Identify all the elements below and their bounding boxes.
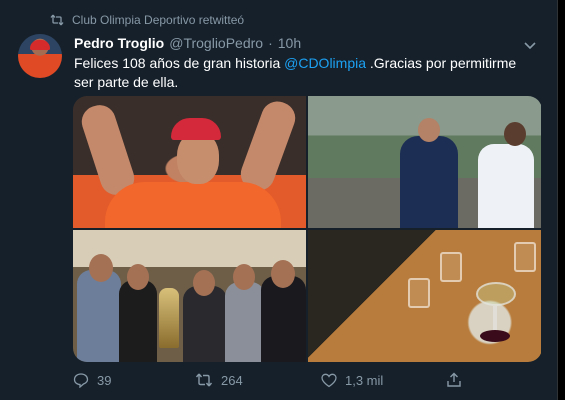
retweet-button[interactable]: 264 [195,373,243,388]
tweet-header: Pedro Troglio @TroglioPedro · 10h [74,34,541,52]
media-grid [73,96,542,362]
action-bar: 39 264 1,3 mil [73,370,473,390]
tweet-time[interactable]: 10h [278,35,301,51]
like-button[interactable]: 1,3 mil [321,373,383,388]
author-name[interactable]: Pedro Troglio [74,35,164,51]
separator-dot: · [268,35,273,51]
retweet-count: 264 [221,372,243,388]
tweet-text: Felices 108 años de gran historia @CDOli… [74,54,538,92]
retweet-icon [50,14,64,26]
reply-icon [73,372,89,388]
avatar[interactable] [18,34,62,78]
like-count: 1,3 mil [345,372,384,388]
tweet-text-start: Felices 108 años de gran historia [74,55,285,71]
chevron-down-icon[interactable] [523,38,537,50]
reply-count: 39 [97,372,112,388]
photo-4[interactable] [308,230,541,362]
mention-link[interactable]: @CDOlimpia [284,55,366,71]
retweet-banner-text[interactable]: Club Olimpia Deportivo retwitteó [72,13,244,27]
reply-button[interactable]: 39 [73,372,111,388]
photo-3[interactable] [73,230,306,362]
retweet-banner: Club Olimpia Deportivo retwitteó [50,12,244,28]
tweet-card[interactable]: Club Olimpia Deportivo retwitteó Pedro T… [0,0,558,400]
photo-2[interactable] [308,96,541,228]
heart-icon [321,373,337,388]
photo-1[interactable] [73,96,306,228]
share-button[interactable] [446,372,462,388]
retweet-action-icon [195,373,213,387]
share-icon [446,372,462,388]
author-handle[interactable]: @TroglioPedro [169,35,263,51]
